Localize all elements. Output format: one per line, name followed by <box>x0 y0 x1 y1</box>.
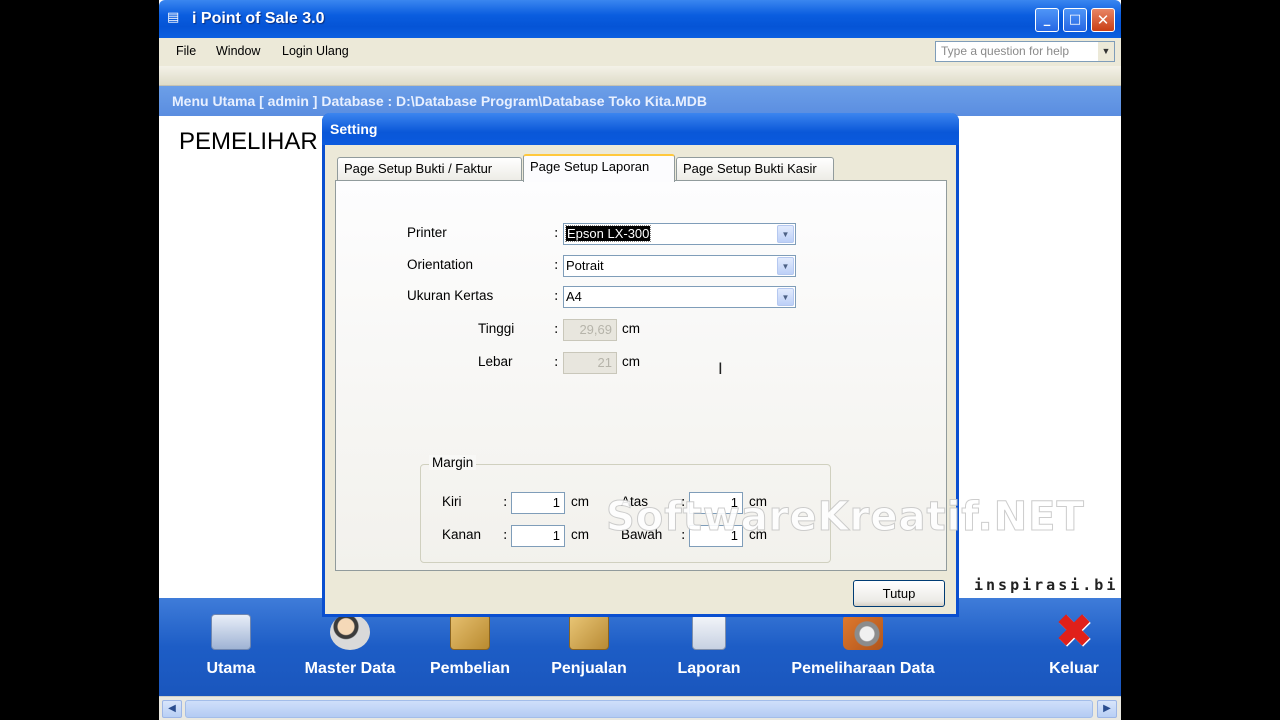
margin-right-unit: cm <box>571 527 589 542</box>
app-icon: ▤ <box>167 10 180 25</box>
margin-right-input[interactable]: 1 <box>511 525 565 547</box>
colon: : <box>554 322 559 337</box>
dialog-title[interactable]: Setting <box>322 113 959 145</box>
margin-title: Margin <box>429 455 477 470</box>
chevron-down-icon[interactable]: ▼ <box>777 257 794 275</box>
close-button[interactable]: ✕ <box>1091 8 1115 32</box>
report-icon <box>692 614 726 650</box>
height-label: Tinggi <box>478 321 515 336</box>
scroll-thumb[interactable] <box>185 700 1093 718</box>
menu-bar: File Window Login Ulang Type a question … <box>159 38 1121 66</box>
margin-left-unit: cm <box>571 494 589 509</box>
margin-left-input[interactable]: 1 <box>511 492 565 514</box>
menu-file[interactable]: File <box>176 44 196 58</box>
help-placeholder: Type a question for help <box>941 44 1070 58</box>
chevron-down-icon[interactable]: ▼ <box>777 288 794 306</box>
width-unit: cm <box>622 354 640 369</box>
help-search-input[interactable]: Type a question for help ▼ <box>935 41 1115 62</box>
watermark-text: SoftwareKreatif.NET <box>606 494 1085 541</box>
tutup-button[interactable]: Tutup <box>853 580 945 607</box>
building-icon <box>211 614 251 650</box>
horizontal-scrollbar[interactable]: ◀ ▶ <box>159 696 1121 720</box>
toolbar-label: Pemeliharaan Data <box>791 660 935 677</box>
menu-window[interactable]: Window <box>216 44 260 58</box>
orientation-label: Orientation <box>407 257 474 272</box>
printer-select[interactable]: Epson LX-300 ▼ <box>563 223 796 245</box>
scroll-right-icon[interactable]: ▶ <box>1097 700 1117 718</box>
paper-size-value: A4 <box>566 289 582 304</box>
paper-size-label: Ukuran Kertas <box>407 288 494 303</box>
width-input: 21 <box>563 352 617 374</box>
printer-label: Printer <box>407 225 447 240</box>
orientation-value: Potrait <box>566 258 604 273</box>
colon: : <box>554 258 559 273</box>
status-info-bar: Menu Utama [ admin ] Database : D:\Datab… <box>159 86 1121 116</box>
colon: : <box>503 528 508 543</box>
tools-icon <box>843 614 883 650</box>
minimize-button[interactable]: _ <box>1035 8 1059 32</box>
maximize-button[interactable]: □ <box>1063 8 1087 32</box>
height-unit: cm <box>622 321 640 336</box>
boxes-cart-icon <box>569 614 609 650</box>
text-cursor-icon: I <box>718 359 723 378</box>
menu-login-ulang[interactable]: Login Ulang <box>282 44 349 58</box>
toolbar-keluar-button[interactable]: ✖ Keluar <box>1039 598 1109 678</box>
title-bar[interactable]: ▤ i Point of Sale 3.0 _ □ ✕ <box>159 0 1121 38</box>
user-edit-icon <box>330 614 370 650</box>
margin-right-label: Kanan <box>442 527 482 542</box>
tab-page-setup-bukti-faktur[interactable]: Page Setup Bukti / Faktur <box>337 157 522 181</box>
tagline-text: inspirasi.bi <box>974 576 1119 594</box>
toolbar-label: Keluar <box>1049 660 1099 677</box>
page-title: PEMELIHAR <box>179 128 318 155</box>
window-title: i Point of Sale 3.0 <box>192 10 325 27</box>
exit-x-icon: ✖ <box>1055 607 1093 656</box>
toolbar-label: Utama <box>206 660 256 677</box>
chevron-down-icon[interactable]: ▼ <box>1098 42 1114 61</box>
toolbar-label: Penjualan <box>551 660 627 677</box>
toolbar-label: Master Data <box>304 660 396 677</box>
colon: : <box>554 355 559 370</box>
colon: : <box>554 289 559 304</box>
margin-left-label: Kiri <box>442 494 462 509</box>
toolbar-utama-button[interactable]: Utama <box>201 598 261 678</box>
setting-dialog: Setting Page Setup Bukti / Faktur Page S… <box>322 113 959 617</box>
toolbar-strip <box>159 66 1121 86</box>
colon: : <box>503 495 508 510</box>
width-label: Lebar <box>478 354 513 369</box>
orientation-select[interactable]: Potrait ▼ <box>563 255 796 277</box>
tab-page-setup-laporan[interactable]: Page Setup Laporan <box>523 154 675 182</box>
tab-page-setup-bukti-kasir[interactable]: Page Setup Bukti Kasir <box>676 157 834 181</box>
colon: : <box>554 226 559 241</box>
boxes-icon <box>450 614 490 650</box>
chevron-down-icon[interactable]: ▼ <box>777 225 794 243</box>
height-input: 29,69 <box>563 319 617 341</box>
printer-value: Epson LX-300 <box>564 225 652 242</box>
toolbar-label: Pembelian <box>429 660 511 677</box>
paper-size-select[interactable]: A4 ▼ <box>563 286 796 308</box>
scroll-left-icon[interactable]: ◀ <box>162 700 182 718</box>
toolbar-label: Laporan <box>677 660 741 677</box>
